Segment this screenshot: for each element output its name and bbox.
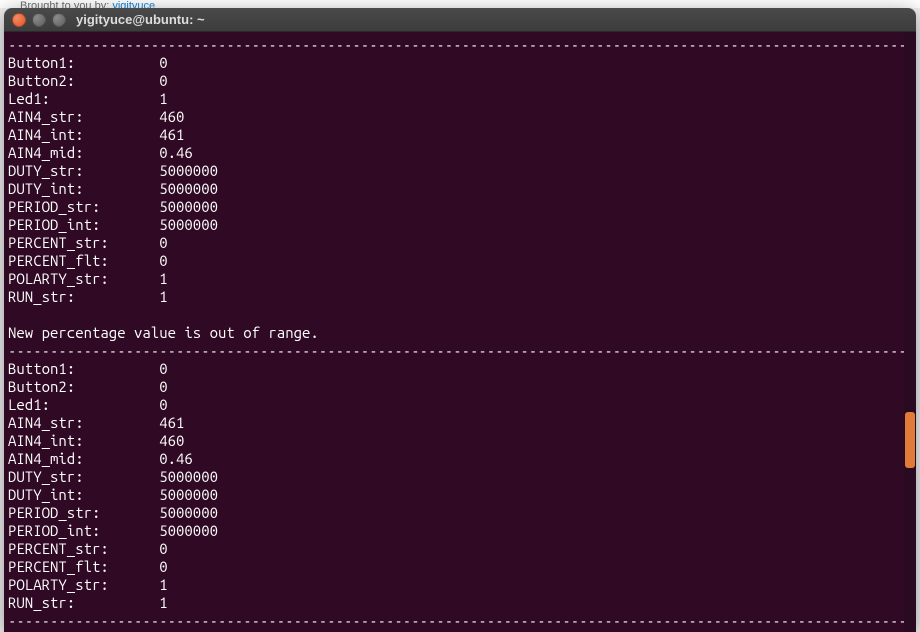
output-row: AIN4_mid: 0.46 <box>8 144 916 162</box>
output-row: POLARTY_str: 1 <box>8 576 916 594</box>
output-row: Led1: 1 <box>8 90 916 108</box>
output-row: AIN4_int: 460 <box>8 432 916 450</box>
blank-line <box>8 306 916 324</box>
output-block-0: Button1: 0Button2: 0Led1: 1AIN4_str: 460… <box>8 54 916 306</box>
output-row: AIN4_str: 460 <box>8 108 916 126</box>
output-row: PERIOD_str: 5000000 <box>8 504 916 522</box>
output-row: AIN4_int: 461 <box>8 126 916 144</box>
output-row: RUN_str: 1 <box>8 288 916 306</box>
output-row: PERCENT_flt: 0 <box>8 252 916 270</box>
output-block-1: Button1: 0Button2: 0Led1: 0AIN4_str: 461… <box>8 360 916 612</box>
output-row: DUTY_str: 5000000 <box>8 162 916 180</box>
window-title: yigityuce@ubuntu: ~ <box>76 12 205 27</box>
output-row: DUTY_int: 5000000 <box>8 486 916 504</box>
output-row: PERCENT_str: 0 <box>8 540 916 558</box>
output-row: Button1: 0 <box>8 360 916 378</box>
output-row: POLARTY_str: 1 <box>8 270 916 288</box>
output-row: RUN_str: 1 <box>8 594 916 612</box>
titlebar: yigityuce@ubuntu: ~ <box>4 8 916 32</box>
page-header: Brought to you by: yigityuce <box>0 0 920 8</box>
output-row: PERCENT_str: 0 <box>8 234 916 252</box>
scrollbar-track[interactable] <box>904 32 916 632</box>
output-row: PERIOD_int: 5000000 <box>8 522 916 540</box>
message-line: New percentage value is out of range. <box>8 324 916 342</box>
output-row: Button2: 0 <box>8 378 916 396</box>
separator-line: ----------------------------------------… <box>8 612 916 630</box>
output-row: DUTY_str: 5000000 <box>8 468 916 486</box>
output-row: Led1: 0 <box>8 396 916 414</box>
output-row: Button2: 0 <box>8 72 916 90</box>
page-header-link[interactable]: yigityuce <box>112 0 155 8</box>
output-row: PERIOD_int: 5000000 <box>8 216 916 234</box>
output-row: AIN4_str: 461 <box>8 414 916 432</box>
separator-line: ----------------------------------------… <box>8 342 916 360</box>
minimize-icon[interactable] <box>32 13 46 27</box>
terminal-window: yigityuce@ubuntu: ~ --------------------… <box>4 8 916 632</box>
terminal-body[interactable]: ----------------------------------------… <box>4 32 916 632</box>
output-row: PERIOD_str: 5000000 <box>8 198 916 216</box>
close-icon[interactable] <box>12 13 26 27</box>
output-row: Button1: 0 <box>8 54 916 72</box>
page-header-prefix: Brought to you by: <box>20 0 109 8</box>
output-row: DUTY_int: 5000000 <box>8 180 916 198</box>
output-row: PERCENT_flt: 0 <box>8 558 916 576</box>
output-row: AIN4_mid: 0.46 <box>8 450 916 468</box>
scrollbar-thumb[interactable] <box>905 412 915 468</box>
maximize-icon[interactable] <box>52 13 66 27</box>
separator-line: ----------------------------------------… <box>8 36 916 54</box>
